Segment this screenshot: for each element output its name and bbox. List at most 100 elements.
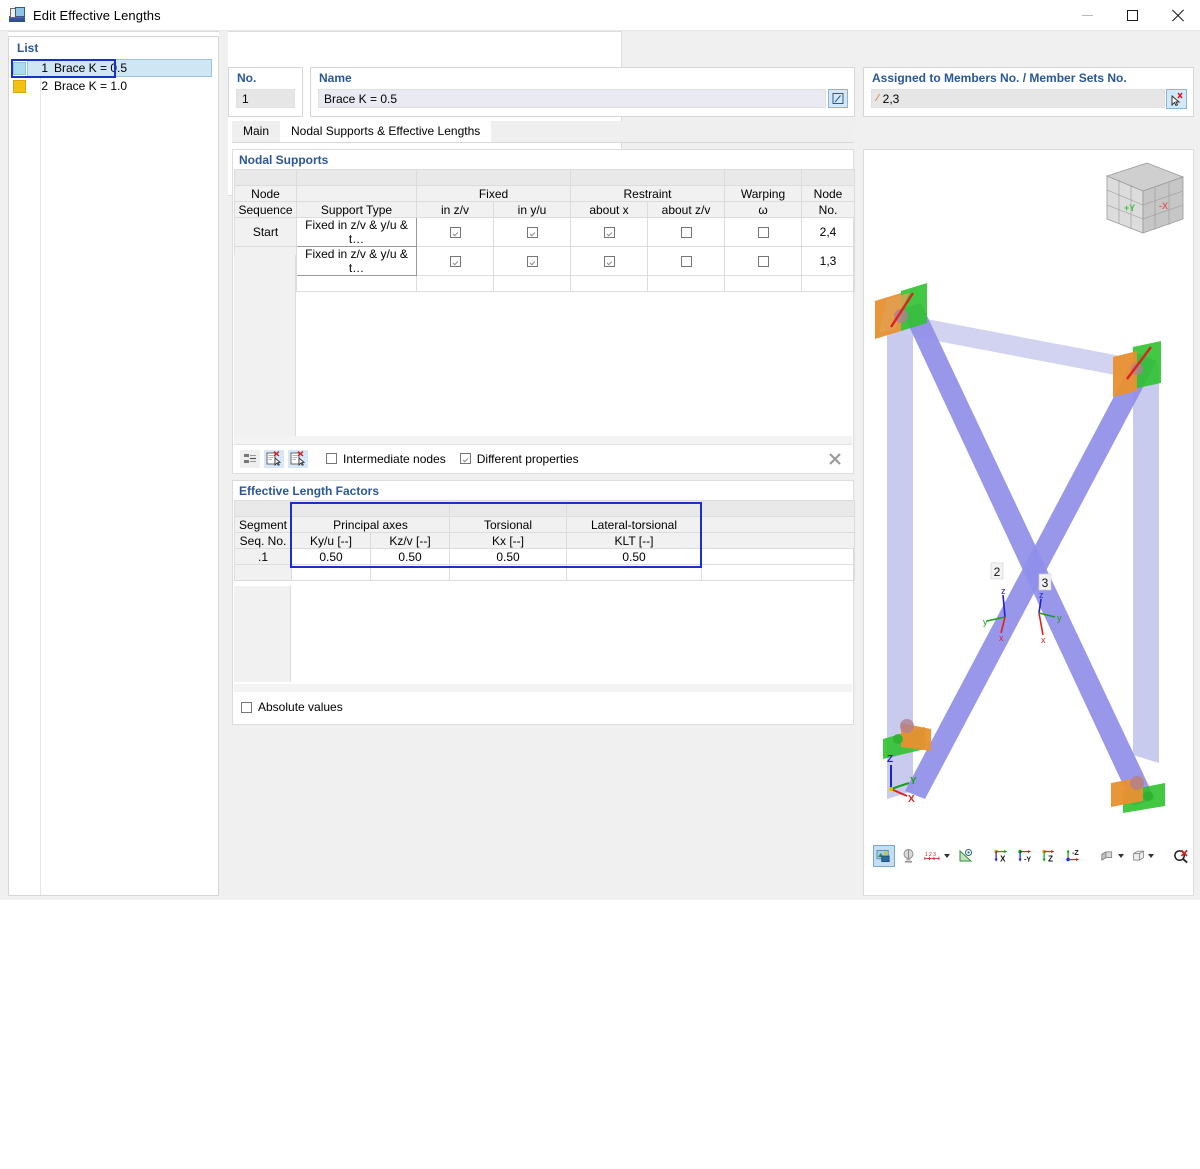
name-input[interactable]: Brace K = 0.5 [318, 89, 826, 108]
projection-button[interactable] [1129, 845, 1157, 867]
lighting-button[interactable] [897, 845, 919, 867]
render-mode-button[interactable] [873, 845, 895, 867]
checkbox-restraint-x[interactable] [603, 227, 615, 239]
absolute-values-label: Absolute values [258, 700, 343, 714]
cell-ky[interactable]: 0.50 [291, 548, 371, 565]
navigation-cube[interactable]: +Y -X [1105, 162, 1185, 234]
checkbox-fixed-y[interactable] [526, 227, 538, 239]
minimize-button[interactable] [1065, 0, 1110, 31]
checkbox-restraint-z[interactable] [680, 227, 692, 239]
table-row[interactable]: Start Fixed in z/v & y/u & t… 2,4 [234, 217, 855, 247]
assigned-members-input[interactable]: ⁄ 2,3 [871, 89, 1165, 108]
header-warping-omega: ω [724, 201, 802, 218]
table-row[interactable]: End Fixed in z/v & y/u & t… 1,3 [234, 246, 855, 276]
row-segment: .1 [234, 548, 292, 565]
effective-length-factors-section: Effective Length Factors Segment Princip… [232, 480, 855, 725]
cell-fixed-z[interactable] [416, 217, 494, 247]
checkbox-restraint-x[interactable] [603, 256, 615, 268]
list-item[interactable]: 1 Brace K = 0.5 [9, 59, 218, 77]
window-title: Edit Effective Lengths [33, 7, 161, 23]
table-empty-row[interactable] [234, 564, 855, 581]
render-style-button[interactable] [1098, 845, 1127, 867]
close-icon [1171, 9, 1184, 22]
list-area[interactable]: 1 Brace K = 0.5 2 Brace K = 1.0 [9, 59, 218, 895]
svg-text:Z: Z [1048, 854, 1053, 863]
close-button[interactable] [1155, 0, 1200, 31]
table-row[interactable]: .1 0.50 0.50 0.50 0.50 [234, 548, 855, 565]
cell-fixed-y[interactable] [493, 246, 571, 276]
cell-warping[interactable] [724, 217, 802, 247]
svg-text:-Y: -Y [1024, 856, 1031, 863]
member-label: 2 [990, 562, 1004, 580]
effective-length-table-wrap: Segment Principal axes Torsional Lateral… [234, 500, 855, 581]
cell-restraint-z[interactable] [647, 217, 725, 247]
row-support-type[interactable]: Fixed in z/v & y/u & t… [296, 217, 417, 247]
cell-restraint-x[interactable] [570, 217, 648, 247]
checkbox-warping[interactable] [757, 227, 769, 239]
cell-kz[interactable]: 0.50 [370, 548, 450, 565]
header-ky: Ky/u [--] [291, 532, 371, 549]
view-z-button[interactable]: Z [1038, 845, 1060, 867]
clear-table-button[interactable] [826, 450, 844, 468]
intermediate-nodes-label: Intermediate nodes [343, 451, 446, 466]
nodal-supports-table[interactable]: Node Fixed Restraint Warping Node Sequen… [234, 169, 855, 292]
model-view-canvas[interactable]: 2 3 z y x z y x +Y -X Z Y X [865, 151, 1192, 823]
cell-fixed-y[interactable] [493, 217, 571, 247]
dialog-body: List 1 Brace K = 0.5 2 Brace K = 1.0 No.… [0, 31, 1200, 900]
lighting-icon [903, 849, 913, 863]
insert-row-button[interactable] [240, 449, 260, 468]
view-x-button[interactable]: X [990, 845, 1012, 867]
checkbox-fixed-z[interactable] [449, 227, 461, 239]
cell-warping[interactable] [724, 246, 802, 276]
delete-all-rows-button[interactable] [288, 449, 308, 468]
cell-fixed-z[interactable] [416, 246, 494, 276]
svg-text:2: 2 [994, 565, 1001, 579]
row-sequence: Start [234, 217, 297, 247]
tab-main[interactable]: Main [232, 120, 280, 142]
absolute-values-checkbox-row[interactable]: Absolute values [241, 700, 343, 714]
numbering-button[interactable]: 1 2 3 [921, 845, 953, 867]
checkbox-warping[interactable] [757, 256, 769, 268]
cell-kx[interactable]: 0.50 [449, 548, 567, 565]
different-properties-checkbox-row[interactable]: Different properties [459, 452, 579, 466]
minimize-icon [1082, 14, 1093, 16]
panel-splitter[interactable] [219, 31, 228, 900]
select-members-button[interactable] [1166, 89, 1187, 109]
absolute-values-checkbox[interactable] [241, 701, 252, 713]
different-properties-checkbox[interactable] [459, 453, 471, 464]
delete-all-rows-icon [290, 451, 306, 466]
view-minus-z-button[interactable]: -Z [1062, 845, 1085, 867]
supports-display-button[interactable] [955, 845, 977, 867]
cell-restraint-z[interactable] [647, 246, 725, 276]
header-restraint-x: about x [570, 201, 648, 218]
tab-nodal-supports-effective-lengths[interactable]: Nodal Supports & Effective Lengths [280, 120, 492, 142]
zoom-reset-button[interactable] [1170, 845, 1192, 867]
delete-selected-rows-button[interactable] [264, 449, 284, 468]
intermediate-nodes-checkbox[interactable] [326, 453, 337, 464]
cell-restraint-x[interactable] [570, 246, 648, 276]
number-input[interactable]: 1 [236, 89, 295, 108]
intermediate-nodes-checkbox-row[interactable]: Intermediate nodes [326, 452, 446, 466]
cell-klt[interactable]: 0.50 [566, 548, 702, 565]
effective-length-table[interactable]: Segment Principal axes Torsional Lateral… [234, 500, 855, 581]
assigned-members-caption: Assigned to Members No. / Member Sets No… [872, 71, 1127, 85]
name-edit-button[interactable] [828, 89, 848, 108]
chevron-down-icon [1148, 854, 1155, 858]
svg-text:+Y: +Y [1124, 203, 1135, 213]
checkbox-fixed-z[interactable] [449, 256, 461, 268]
supports-display-icon [959, 849, 972, 862]
checkbox-fixed-y[interactable] [526, 256, 538, 268]
header-fixed-group: Fixed [416, 185, 571, 202]
clear-table-icon [829, 453, 841, 465]
svg-text:z: z [1001, 586, 1006, 596]
checkbox-restraint-z[interactable] [680, 256, 692, 268]
nodal-supports-title: Nodal Supports [239, 153, 329, 167]
model-3d-render[interactable]: 2 3 z y x z y x +Y -X Z Y X [865, 151, 1192, 823]
row-support-type[interactable]: Fixed in z/v & y/u & t… [296, 246, 417, 276]
table-empty-row[interactable] [234, 275, 855, 292]
name-field-caption: Name [319, 71, 352, 85]
maximize-button[interactable] [1110, 0, 1155, 31]
view-y-button[interactable]: -Y [1014, 845, 1037, 867]
list-item[interactable]: 2 Brace K = 1.0 [9, 77, 218, 95]
tab-bar: Main Nodal Supports & Effective Lengths [232, 120, 854, 143]
